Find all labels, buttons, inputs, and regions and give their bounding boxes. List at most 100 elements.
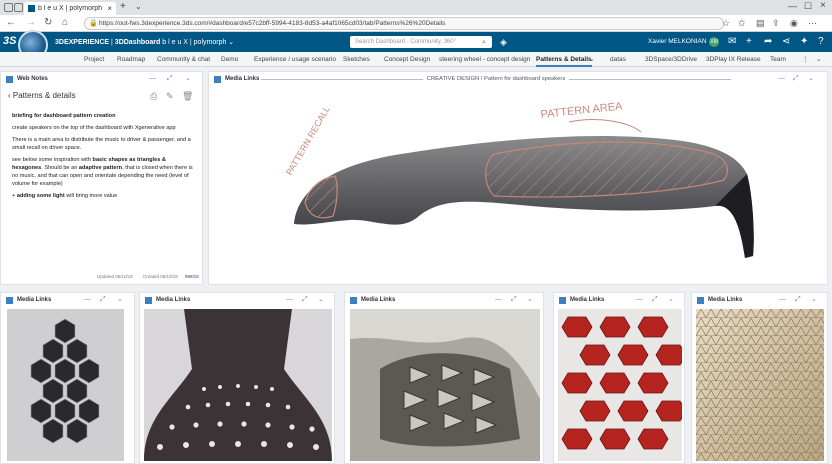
favorites-icon[interactable]: ✩ — [738, 18, 746, 28]
hexagon-pattern-image[interactable] — [7, 309, 124, 461]
notifications-icon[interactable]: ✉ — [728, 36, 736, 48]
minimize-icon[interactable]: — — [788, 1, 797, 11]
maximize-widget-icon[interactable]: ⤢ — [167, 75, 173, 83]
minimize-widget-icon[interactable]: — — [286, 296, 293, 304]
url-text: https://out-fws.3dexperience.3ds.com/#da… — [99, 20, 446, 27]
widget-title: Media Links — [361, 297, 396, 303]
edit-icon[interactable]: ✎ — [166, 92, 174, 101]
new-tab-button[interactable]: + — [120, 1, 126, 12]
minimize-widget-icon[interactable]: — — [84, 296, 91, 304]
minimize-widget-icon[interactable]: — — [636, 296, 643, 304]
browser-tab[interactable]: b l e u X | polymorph × — [24, 2, 116, 15]
app-header: 3S 3DEXPERIENCE | 3DDashboard b l e u X … — [0, 30, 832, 60]
avatar[interactable]: XM — [709, 37, 719, 47]
minimize-widget-icon[interactable]: — — [779, 296, 786, 304]
widget-menu-icon[interactable]: ⌄ — [117, 296, 123, 304]
collections-icon[interactable]: ▤ — [756, 18, 765, 28]
note-paragraph: + adding some light will bring more valu… — [12, 193, 118, 199]
tag-icon[interactable]: ◈ — [500, 36, 507, 48]
maximize-widget-icon[interactable]: ⤢ — [100, 296, 106, 304]
user-name[interactable]: Xavier MELKONIAN — [648, 38, 707, 45]
maximize-icon[interactable]: ☐ — [804, 1, 812, 12]
minimize-widget-icon[interactable]: — — [778, 75, 785, 83]
window-close-icon[interactable]: × — [820, 0, 826, 11]
tab-datas[interactable]: datas — [610, 52, 626, 67]
back-tabs-icon[interactable] — [14, 3, 23, 12]
red-hexagon-pattern-image[interactable] — [558, 309, 682, 461]
maximize-widget-icon[interactable]: ⤢ — [302, 296, 308, 304]
widget-menu-icon[interactable]: ⌄ — [185, 75, 191, 83]
url-field[interactable]: 🔒 https://out-fws.3dexperience.3ds.com/#… — [84, 17, 724, 30]
widget-header: Media Links — [1, 293, 134, 307]
web-notes-icon — [6, 75, 13, 83]
share-icon[interactable]: ⇪ — [772, 18, 780, 28]
delete-icon[interactable]: 🗑 — [182, 92, 193, 101]
maximize-widget-icon[interactable]: ⤢ — [652, 296, 658, 304]
tab-close-icon[interactable]: × — [107, 4, 112, 13]
tab-project[interactable]: Project — [84, 52, 104, 67]
tab-roadmap[interactable]: Roadmap — [117, 52, 145, 67]
minimize-widget-icon[interactable]: — — [149, 75, 156, 83]
widget-menu-icon[interactable]: ⌄ — [811, 296, 817, 304]
media-card: Media Links — ⤢ ⌄ — [691, 292, 828, 464]
tabs-more-icon[interactable]: ⋮ — [802, 52, 809, 67]
tab-dropdown-icon[interactable]: ⌄ — [135, 2, 142, 11]
note-paragraph: There is a main area to distribute the m… — [12, 137, 191, 151]
tab-demo[interactable]: Demo — [221, 52, 238, 67]
favicon-icon — [28, 5, 35, 12]
cross-pattern-vase-image[interactable] — [144, 309, 332, 461]
dashboard-tabs: Project Roadmap Community & chat Demo Ex… — [0, 52, 832, 67]
tab-patterns-details[interactable]: Patterns & Details — [536, 52, 592, 67]
more-icon[interactable]: ⋯ — [808, 18, 817, 28]
tabs-dropdown-icon[interactable]: ⌄ — [816, 52, 821, 67]
note-heading: briefing for dashboard pattern creation — [12, 113, 116, 119]
home-icon[interactable]: ⌂ — [62, 17, 68, 29]
add-icon[interactable]: + — [746, 36, 752, 48]
widget-menu-icon[interactable]: ⌄ — [668, 296, 674, 304]
car-grille-image[interactable] — [350, 309, 540, 461]
search-icon[interactable]: ⌕ — [482, 37, 486, 49]
media-card: Media Links — ⤢ ⌄ — [0, 292, 135, 464]
char-count: 999/10 — [185, 274, 199, 279]
note-paragraph: create speakers on the top of the dashbo… — [12, 125, 176, 131]
note-paragraph: see below some inspiration with basic sh… — [12, 157, 193, 187]
apps-icon[interactable]: ✦ — [800, 36, 808, 48]
dashboard-sketch-image[interactable]: PATTERN AREA PATTERN RECALL — [269, 96, 769, 276]
back-icon[interactable]: ← — [6, 17, 16, 29]
tab-experience[interactable]: Experience / usage scenario — [254, 52, 336, 67]
search-input[interactable]: Search Dashboard - Community, 360° — [350, 36, 492, 48]
tab-community-chat[interactable]: Community & chat — [157, 52, 210, 67]
widget-menu-icon[interactable]: ⌄ — [318, 296, 324, 304]
maximize-widget-icon[interactable]: ⤢ — [793, 75, 799, 83]
minimize-widget-icon[interactable]: — — [495, 296, 502, 304]
breadcrumb[interactable]: ‹ Patterns & details — [8, 91, 76, 100]
breadcrumb-label: Patterns & details — [12, 91, 76, 100]
tab-menu-icon[interactable]: ⌄ — [589, 52, 594, 67]
forward-icon[interactable]: → — [26, 17, 36, 29]
ds-logo-icon: 3S — [3, 35, 17, 47]
share-arrow-icon[interactable]: ➦ — [764, 36, 772, 48]
favorite-star-icon[interactable]: ☆ — [722, 18, 730, 28]
browser-tab-title: b l e u X | polymorph — [38, 5, 103, 12]
maximize-widget-icon[interactable]: ⤢ — [511, 296, 517, 304]
print-icon[interactable]: ⎙ — [150, 92, 157, 101]
tab-steering-wheel[interactable]: steering wheel - concept design — [439, 52, 530, 67]
help-icon[interactable]: ? — [818, 36, 824, 48]
browser-address-bar: ← → ↻ ⌂ 🔒 https://out-fws.3dexperience.3… — [0, 15, 832, 32]
tab-sketches[interactable]: Sketches — [343, 52, 370, 67]
media-caption: CREATIVE DESIGN / Pattern for dashboard … — [426, 76, 566, 82]
media-links-icon — [350, 296, 357, 304]
widget-menu-icon[interactable]: ⌄ — [808, 75, 814, 83]
share-network-icon[interactable]: ⋖ — [782, 36, 790, 48]
window-icon[interactable] — [4, 3, 13, 12]
profile-icon[interactable]: ◉ — [790, 18, 798, 28]
widget-title: Media Links — [17, 297, 52, 303]
tab-3dplay[interactable]: 3DPlay IX Release — [706, 52, 761, 67]
tab-concept-design[interactable]: Concept Design — [384, 52, 430, 67]
maximize-widget-icon[interactable]: ⤢ — [795, 296, 801, 304]
refresh-icon[interactable]: ↻ — [44, 17, 52, 29]
widget-menu-icon[interactable]: ⌄ — [527, 296, 533, 304]
tab-team[interactable]: Team — [770, 52, 786, 67]
triangle-mesh-image[interactable] — [696, 309, 824, 461]
tab-3dspace[interactable]: 3DSpace/3DDrive — [645, 52, 697, 67]
